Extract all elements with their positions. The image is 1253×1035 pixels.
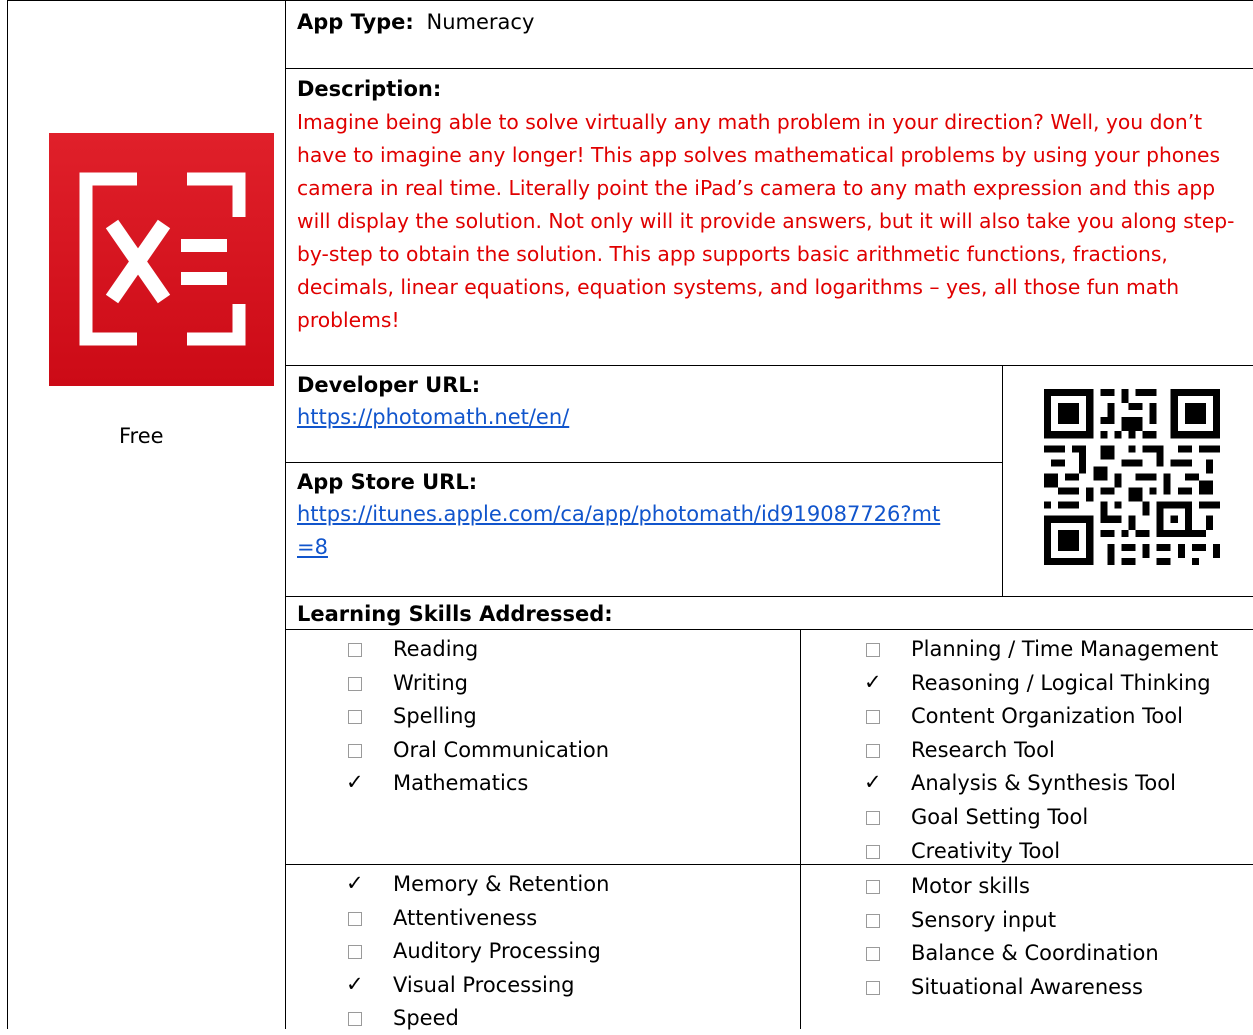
checkbox-icon bbox=[348, 743, 362, 758]
skill-label: Oral Communication bbox=[393, 737, 610, 762]
skills-row-divider bbox=[285, 864, 1253, 865]
app-store-url-link-line1[interactable]: https://itunes.apple.com/ca/app/photomat… bbox=[297, 498, 940, 531]
row-divider-description bbox=[285, 365, 1253, 366]
skill-label: Research Tool bbox=[911, 737, 1055, 762]
qr-cell-divider bbox=[1002, 365, 1003, 596]
checkbox-icon bbox=[866, 980, 880, 995]
photomath-x-equals-icon bbox=[79, 172, 246, 346]
table-border-left bbox=[7, 0, 8, 1029]
checkbox-icon bbox=[348, 676, 362, 691]
app-logo bbox=[49, 133, 274, 386]
skill-label: Reading bbox=[393, 637, 479, 661]
learning-skills-label: Learning Skills Addressed: bbox=[297, 602, 613, 626]
app-type-row: App Type: Numeracy bbox=[297, 6, 534, 39]
description-text: Imagine being able to solve virtually an… bbox=[297, 110, 1235, 332]
checkmark-icon: ✓ bbox=[346, 770, 364, 795]
skill-label: Reasoning / Logical Thinking bbox=[911, 670, 1211, 695]
checkmark-icon: ✓ bbox=[346, 871, 364, 895]
checkbox-icon bbox=[866, 811, 880, 825]
skill-label: Attentiveness bbox=[393, 905, 538, 930]
checkbox-icon bbox=[866, 643, 880, 657]
app-type-label: App Type: bbox=[297, 10, 414, 34]
row-divider-developer bbox=[285, 462, 1003, 463]
skill-label: Spelling bbox=[393, 704, 477, 729]
skill-label: Writing bbox=[393, 670, 468, 695]
checkbox-icon bbox=[348, 945, 362, 960]
table-border-top bbox=[7, 0, 1253, 1]
app-store-url-label: App Store URL: bbox=[297, 470, 478, 494]
skill-label: Planning / Time Management bbox=[911, 637, 1219, 661]
skill-label: Balance & Coordination bbox=[911, 941, 1159, 966]
checkmark-icon: ✓ bbox=[864, 669, 882, 694]
checkbox-icon bbox=[348, 643, 362, 657]
skill-label: Sensory input bbox=[911, 907, 1057, 932]
checkbox-icon bbox=[866, 913, 880, 928]
developer-url-label: Developer URL: bbox=[297, 373, 481, 397]
skill-label: Speed bbox=[393, 1006, 459, 1031]
description-label: Description: bbox=[297, 77, 442, 101]
checkbox-icon bbox=[866, 743, 880, 758]
app-price: Free bbox=[119, 424, 164, 448]
qr-code-icon bbox=[1044, 389, 1220, 565]
developer-url-link[interactable]: https://photomath.net/en/ bbox=[297, 401, 569, 434]
checkbox-icon bbox=[866, 880, 880, 894]
checkbox-icon bbox=[348, 1012, 362, 1027]
skill-label: Creativity Tool bbox=[911, 838, 1061, 863]
checkmark-icon: ✓ bbox=[346, 971, 364, 996]
checkmark-icon: ✓ bbox=[864, 770, 882, 795]
skill-label: Auditory Processing bbox=[393, 939, 601, 964]
skill-label: Mathematics bbox=[393, 771, 529, 796]
app-store-url-link-line2[interactable]: =8 bbox=[297, 531, 328, 564]
skill-label: Goal Setting Tool bbox=[911, 805, 1089, 829]
checkbox-icon bbox=[348, 710, 362, 725]
skill-label: Visual Processing bbox=[393, 972, 575, 997]
row-divider-app-store bbox=[285, 596, 1253, 597]
column-divider bbox=[285, 0, 286, 1029]
app-type-value: Numeracy bbox=[426, 10, 535, 34]
row-divider-app-type bbox=[285, 68, 1253, 69]
skill-label: Content Organization Tool bbox=[911, 704, 1183, 729]
checkbox-icon bbox=[866, 710, 880, 725]
skill-label: Memory & Retention bbox=[393, 872, 610, 896]
checkbox-icon bbox=[866, 844, 880, 859]
checkbox-icon bbox=[348, 911, 362, 926]
skill-label: Analysis & Synthesis Tool bbox=[911, 771, 1176, 796]
skill-label: Motor skills bbox=[911, 874, 1030, 898]
checkbox-icon bbox=[866, 947, 880, 962]
skills-column-divider bbox=[800, 629, 801, 1029]
skill-label: Situational Awareness bbox=[911, 974, 1143, 999]
